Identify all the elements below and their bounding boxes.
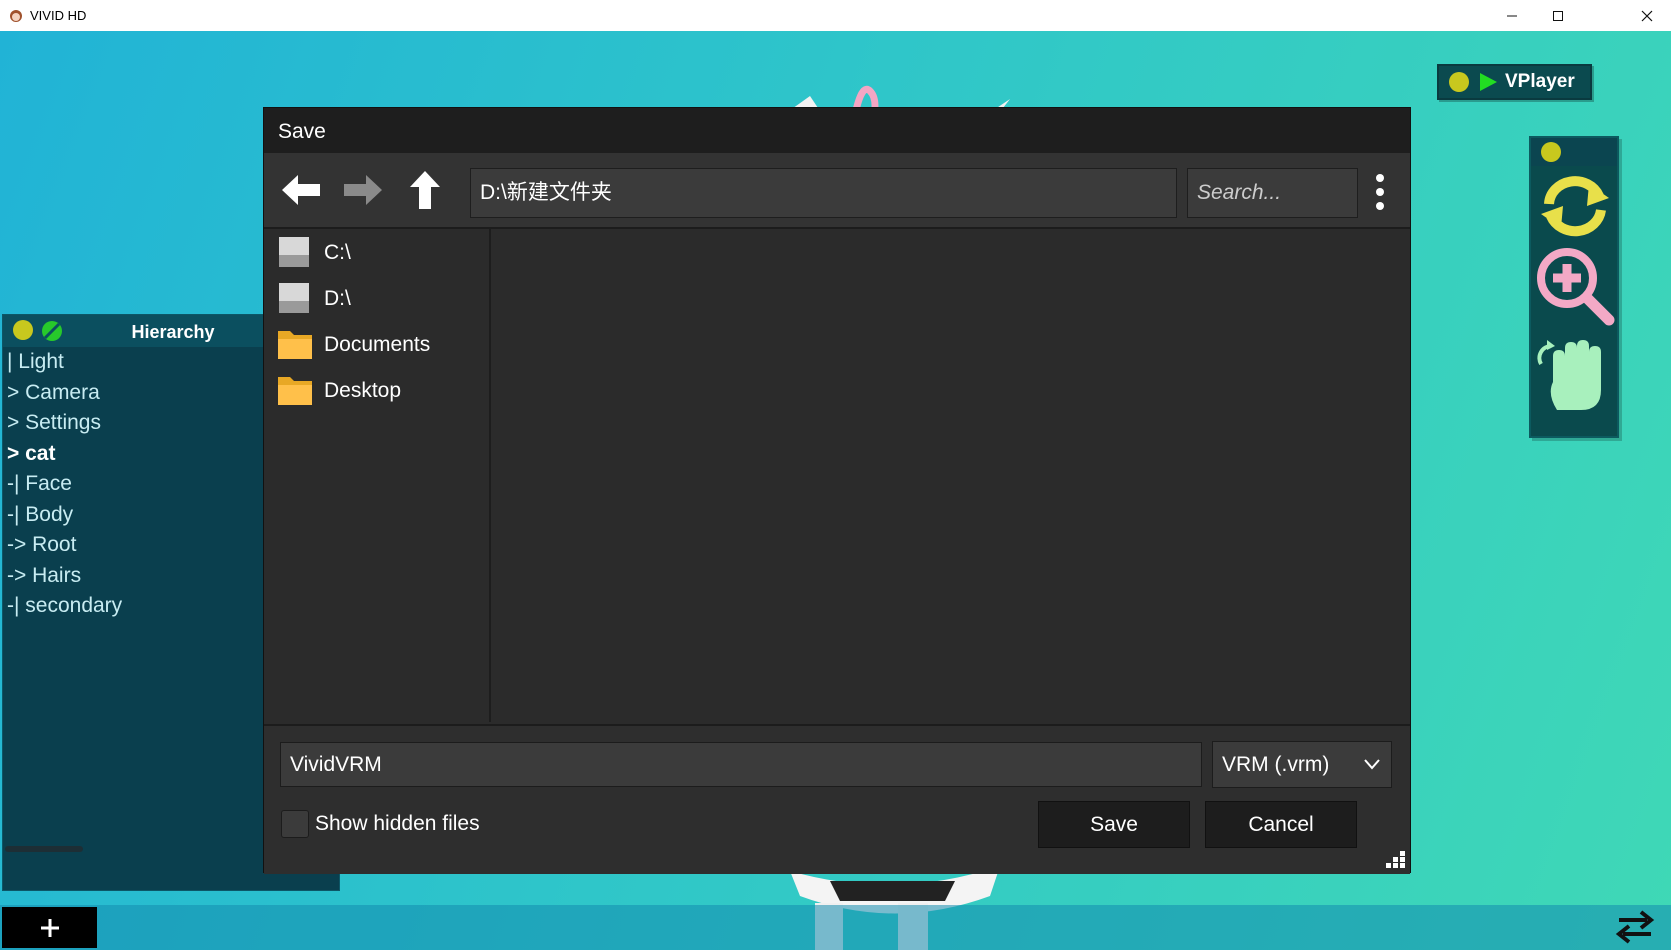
hierarchy-item-root[interactable]: -> Root: [7, 530, 122, 561]
hierarchy-item-settings[interactable]: > Settings: [7, 408, 122, 439]
file-list-pane[interactable]: [491, 229, 1410, 722]
close-icon: [1641, 10, 1653, 21]
hierarchy-title: Hierarchy: [131, 322, 215, 342]
chevron-down-icon: [1364, 759, 1380, 770]
maximize-button[interactable]: [1535, 0, 1581, 31]
place-label: D:\: [324, 287, 351, 310]
drive-icon: [279, 237, 309, 267]
forward-button[interactable]: [340, 169, 386, 211]
more-options-icon[interactable]: [1370, 168, 1390, 216]
show-hidden-label[interactable]: Show hidden files: [315, 812, 480, 836]
plus-icon: [40, 918, 59, 937]
path-input[interactable]: D:\新建文件夹: [470, 168, 1177, 218]
tool-panel-dot-icon[interactable]: [1541, 142, 1561, 162]
arrow-up-icon: [410, 171, 440, 209]
dialog-title: Save: [278, 120, 326, 143]
up-button[interactable]: [402, 169, 448, 211]
show-hidden-checkbox[interactable]: [281, 810, 309, 838]
tool-panel-header: [1531, 138, 1617, 166]
resize-grip-icon[interactable]: [1386, 851, 1406, 869]
dialog-titlebar: Save: [264, 108, 1410, 153]
hierarchy-item-secondary[interactable]: -| secondary: [7, 591, 122, 622]
hierarchy-item-cat[interactable]: > cat: [7, 439, 122, 470]
save-button[interactable]: Save: [1038, 801, 1190, 848]
cancel-button[interactable]: Cancel: [1205, 801, 1357, 848]
close-button[interactable]: [1624, 0, 1670, 31]
add-button[interactable]: [2, 907, 97, 948]
drive-icon: [279, 283, 309, 313]
minimize-button[interactable]: [1489, 0, 1535, 31]
camera-tool-panel: [1529, 136, 1619, 438]
collapse-dot-icon[interactable]: [13, 320, 33, 340]
vplayer-widget[interactable]: VPlayer: [1437, 64, 1592, 100]
search-input[interactable]: Search...: [1187, 168, 1358, 218]
place-desktop[interactable]: Desktop: [276, 371, 401, 411]
filetype-dropdown[interactable]: VRM (.vrm): [1212, 741, 1392, 788]
arrow-left-icon: [282, 175, 320, 205]
minimize-icon: [1507, 15, 1517, 16]
place-drive-d[interactable]: D:\: [276, 279, 351, 319]
hierarchy-item-face[interactable]: -| Face: [7, 469, 122, 500]
window-titlebar: VIVID HD: [0, 0, 1671, 32]
disable-toggle-icon[interactable]: [41, 320, 63, 342]
places-sidebar: C:\ D:\ Documents Desktop: [264, 229, 491, 722]
hierarchy-item-body[interactable]: -| Body: [7, 500, 122, 531]
filetype-value: VRM (.vrm): [1222, 753, 1330, 776]
filename-input[interactable]: VividVRM: [280, 742, 1202, 787]
play-icon[interactable]: [1477, 71, 1499, 93]
rotate-icon[interactable]: [1537, 174, 1613, 238]
place-documents[interactable]: Documents: [276, 325, 430, 365]
bottom-bar: [0, 905, 1671, 950]
folder-icon: [278, 377, 312, 405]
vplayer-dot-icon[interactable]: [1449, 72, 1469, 92]
hierarchy-item-camera[interactable]: > Camera: [7, 378, 122, 409]
hierarchy-scrollbar[interactable]: [5, 846, 83, 852]
place-label: Desktop: [324, 379, 402, 402]
place-label: C:\: [324, 241, 351, 264]
zoom-icon[interactable]: [1535, 246, 1615, 326]
dialog-footer: VividVRM VRM (.vrm) Show hidden files Sa…: [264, 724, 1410, 874]
arrow-right-icon: [344, 175, 382, 205]
maximize-icon: [1553, 10, 1563, 21]
swap-arrows-icon[interactable]: [1615, 906, 1655, 946]
hierarchy-list: | Light > Camera > Settings > cat -| Fac…: [7, 347, 122, 622]
pan-hand-icon[interactable]: [1537, 334, 1613, 414]
back-button[interactable]: [278, 169, 324, 211]
place-drive-c[interactable]: C:\: [276, 233, 351, 273]
app-icon: [10, 10, 22, 22]
vplayer-label: VPlayer: [1505, 71, 1575, 92]
hierarchy-item-hairs[interactable]: -> Hairs: [7, 561, 122, 592]
window-title: VIVID HD: [30, 8, 87, 23]
place-label: Documents: [324, 333, 431, 356]
save-dialog: Save D:\新建文件夹 Search... C:\ D:\ Document…: [263, 107, 1411, 874]
hierarchy-item-light[interactable]: | Light: [7, 347, 122, 378]
folder-icon: [278, 331, 312, 359]
